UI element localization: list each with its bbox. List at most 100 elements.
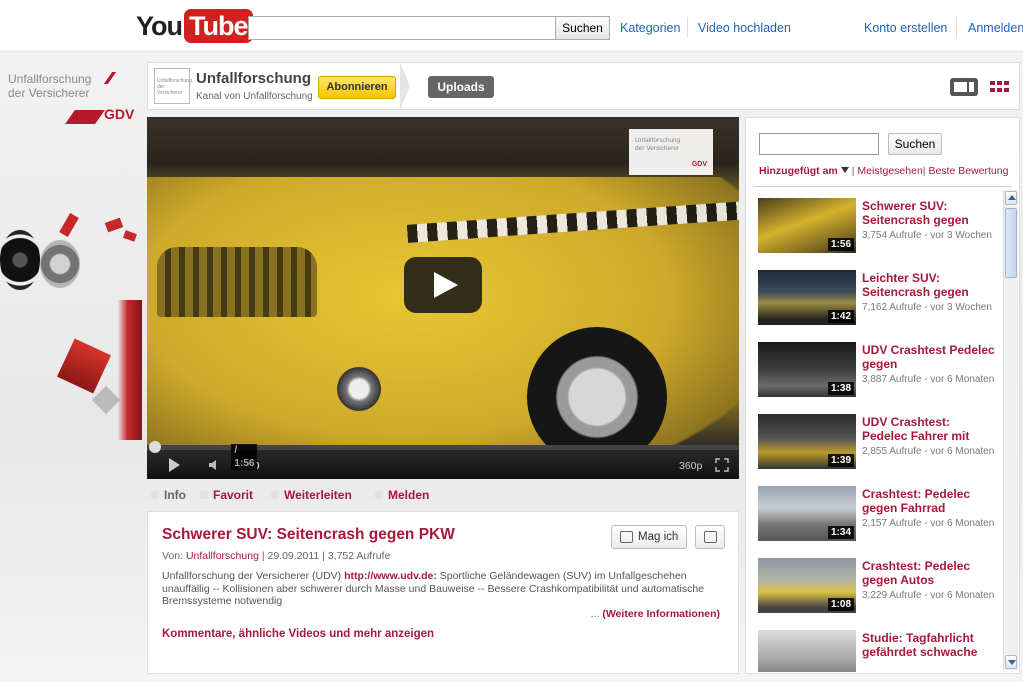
- by-label: Von:: [162, 550, 184, 562]
- heart-icon: [200, 491, 208, 499]
- video-thumbnail[interactable]: [758, 630, 856, 672]
- channel-sidebar: Suchen Hinzugefügt am | Meistgesehen| Bes…: [745, 117, 1020, 674]
- chevron-down-icon[interactable]: [840, 167, 849, 173]
- share-icon: [271, 491, 279, 499]
- sort-best-rated[interactable]: Beste Bewertung: [928, 165, 1008, 177]
- video-player[interactable]: Unfallforschung der Versicherer GDV 0:00…: [147, 117, 739, 479]
- list-item[interactable]: 1:38 UDV Crashtest Pedelec gegen 3,887 A…: [758, 334, 998, 397]
- channel-name[interactable]: Unfallforschung: [196, 70, 311, 87]
- quality-button[interactable]: 360p: [679, 460, 702, 472]
- logo-tube: Tube: [184, 9, 253, 43]
- sort-options: Hinzugefügt am | Meistgesehen| Beste Bewe…: [759, 165, 1008, 177]
- author-link[interactable]: Unfallforschung: [186, 550, 259, 562]
- search-input[interactable]: [248, 16, 556, 40]
- duration-badge: 1:39: [827, 454, 854, 467]
- scrollbar[interactable]: [1003, 190, 1018, 670]
- sort-date[interactable]: Hinzugefügt am: [759, 165, 838, 177]
- watermark-gdv: GDV: [691, 161, 707, 168]
- volume-icon[interactable]: [209, 459, 221, 471]
- tab-share[interactable]: Weiterleiten: [271, 488, 352, 502]
- tab-favorite-label: Favorit: [213, 488, 254, 502]
- thumbs-up-icon: [620, 531, 633, 543]
- video-title-link[interactable]: Crashtest: Pedelec gegen Autos: [862, 559, 996, 587]
- time-display: 0:00 / 1:56: [231, 444, 259, 472]
- more-info-link[interactable]: ... (Weitere Informationen): [591, 608, 720, 620]
- sort-most-viewed[interactable]: Meistgesehen: [857, 165, 922, 177]
- thumbs-down-icon: [704, 531, 717, 543]
- video-meta: 2,855 Aufrufe - vor 6 Monaten: [862, 446, 995, 457]
- video-title-link[interactable]: Leichter SUV: Seitencrash gegen: [862, 271, 996, 299]
- list-item[interactable]: 1:39 UDV Crashtest: Pedelec Fahrer mit 2…: [758, 406, 998, 469]
- duration: / 1:56: [231, 444, 258, 470]
- channel-search-input[interactable]: [759, 133, 879, 155]
- separator: [956, 17, 957, 37]
- video-title-link[interactable]: Crashtest: Pedelec gegen Fahrrad: [862, 487, 996, 515]
- video-thumbnail[interactable]: 1:34: [758, 486, 856, 541]
- channel-search-button[interactable]: Suchen: [888, 133, 942, 155]
- list-item[interactable]: 1:42 Leichter SUV: Seitencrash gegen 7,1…: [758, 262, 998, 325]
- watermark-line1: Unfallforschung: [635, 137, 681, 144]
- video-title: Schwerer SUV: Seitencrash gegen PKW: [162, 526, 455, 543]
- video-thumbnail[interactable]: 1:38: [758, 342, 856, 397]
- duration-badge: 1:42: [827, 310, 854, 323]
- tab-favorite[interactable]: Favorit: [200, 488, 253, 502]
- separator: |: [922, 165, 926, 177]
- brand-logo: Unfallforschung der Versicherer GDV: [8, 72, 138, 124]
- date-views: | 29.09.2011 | 3,752 Aufrufe: [261, 550, 391, 562]
- play-icon[interactable]: [169, 458, 180, 472]
- fullscreen-icon[interactable]: [715, 458, 729, 472]
- video-title-link[interactable]: UDV Crashtest: Pedelec Fahrer mit: [862, 415, 996, 443]
- progress-scrubber[interactable]: [149, 441, 161, 453]
- youtube-logo[interactable]: You Tube: [136, 9, 253, 43]
- upload-video-link[interactable]: Video hochladen: [698, 21, 791, 35]
- channel-avatar[interactable]: Unfallforschung der Versicherer: [154, 68, 192, 104]
- dislike-button[interactable]: [695, 525, 725, 549]
- subscribe-button[interactable]: Abonnieren: [318, 76, 396, 99]
- video-meta: 3,754 Aufrufe - vor 3 Wochen: [862, 230, 992, 241]
- video-thumbnail[interactable]: 1:56: [758, 198, 856, 253]
- video-thumbnail[interactable]: 1:42: [758, 270, 856, 325]
- scroll-up-icon[interactable]: [1005, 191, 1017, 205]
- flag-icon: [375, 491, 383, 499]
- video-title-link[interactable]: UDV Crashtest Pedelec gegen: [862, 343, 996, 371]
- like-button[interactable]: Mag ich: [611, 525, 687, 549]
- brand-gdv: GDV: [104, 106, 135, 122]
- big-play-button[interactable]: [404, 257, 482, 313]
- show-comments-link[interactable]: Kommentare, ähnliche Videos und mehr anz…: [162, 628, 434, 640]
- scroll-down-icon[interactable]: [1005, 655, 1017, 669]
- divider: [754, 186, 1012, 187]
- desc-url-link[interactable]: http://www.udv.de:: [344, 570, 437, 582]
- duration-badge: 1:08: [827, 598, 854, 611]
- video-title-link[interactable]: Schwerer SUV: Seitencrash gegen: [862, 199, 996, 227]
- tab-report[interactable]: Melden: [375, 488, 429, 502]
- scroll-thumb[interactable]: [1005, 208, 1017, 278]
- tab-info[interactable]: Info: [151, 488, 186, 502]
- separator: [687, 17, 688, 37]
- list-item[interactable]: Studie: Tagfahrlicht gefährdet schwache: [758, 622, 998, 672]
- more-dots: ...: [590, 608, 600, 620]
- brand-line2: der Versicherer: [8, 86, 90, 100]
- duration-badge: 1:34: [827, 526, 854, 539]
- list-item[interactable]: 1:56 Schwerer SUV: Seitencrash gegen 3,7…: [758, 190, 998, 253]
- video-thumbnail[interactable]: 1:08: [758, 558, 856, 613]
- video-grille: [157, 247, 317, 317]
- list-item[interactable]: 1:08 Crashtest: Pedelec gegen Autos 3,22…: [758, 550, 998, 613]
- list-item[interactable]: 1:34 Crashtest: Pedelec gegen Fahrrad 2,…: [758, 478, 998, 541]
- uploads-tab[interactable]: Uploads: [428, 76, 494, 98]
- tab-info-label: Info: [164, 488, 186, 502]
- player-view-icon[interactable]: [950, 78, 978, 96]
- video-title-link[interactable]: Studie: Tagfahrlicht gefährdet schwache: [862, 631, 996, 659]
- search-button[interactable]: Suchen: [555, 16, 610, 40]
- grid-view-icon[interactable]: [988, 78, 1016, 96]
- categories-link[interactable]: Kategorien: [620, 21, 680, 35]
- duration-badge: 1:56: [827, 238, 854, 251]
- video-thumbnail[interactable]: 1:39: [758, 414, 856, 469]
- separator: |: [851, 165, 855, 177]
- video-meta: 3,887 Aufrufe - vor 6 Monaten: [862, 374, 995, 385]
- debris-wheel-icon: [0, 230, 40, 290]
- video-frame[interactable]: Unfallforschung der Versicherer GDV: [147, 117, 739, 447]
- watermark-line2: der Versicherer: [635, 145, 680, 152]
- channel-header: Unfallforschung der Versicherer Unfallfo…: [147, 62, 1020, 110]
- create-account-link[interactable]: Konto erstellen: [864, 21, 947, 35]
- sign-in-link[interactable]: Anmelden: [968, 21, 1023, 35]
